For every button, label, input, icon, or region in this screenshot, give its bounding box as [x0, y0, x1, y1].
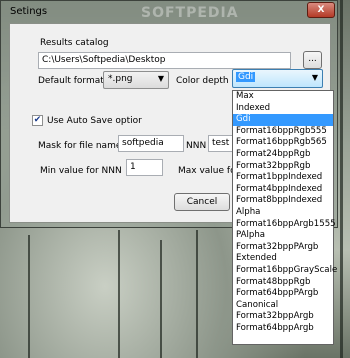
color-depth-option[interactable]: Format64bppPArgb — [233, 288, 333, 300]
color-depth-value: Gdi — [236, 72, 256, 82]
color-depth-option[interactable]: PAlpha — [233, 230, 333, 242]
background-tree — [28, 235, 30, 358]
color-depth-option[interactable]: Canonical — [233, 300, 333, 312]
color-depth-label: Color depth — [176, 76, 229, 86]
color-depth-option-selected[interactable]: Gdi — [233, 114, 333, 126]
background-tree — [118, 230, 120, 358]
color-depth-option[interactable]: Format32bppRgb — [233, 161, 333, 173]
chevron-down-icon: ▼ — [311, 73, 318, 82]
nnn-label: NNN — [186, 141, 207, 151]
color-depth-select[interactable]: Gdi ▼ — [232, 69, 323, 88]
auto-save-label: Use Auto Save optior — [47, 116, 142, 126]
background-tree — [196, 230, 198, 358]
color-depth-option[interactable]: Format48bppRgb — [233, 277, 333, 289]
max-nnn-label: Max value for — [178, 166, 240, 176]
watermark: SOFTPEDIA — [141, 5, 239, 21]
color-depth-option[interactable]: Alpha — [233, 207, 333, 219]
color-depth-option[interactable]: Format4bppIndexed — [233, 184, 333, 196]
chevron-down-icon: ▼ — [157, 74, 164, 83]
default-format-select[interactable]: *.png ▼ — [103, 71, 169, 89]
results-catalog-path-field[interactable]: C:\Users\Softpedia\Desktop — [38, 52, 291, 69]
color-depth-option[interactable]: Extended — [233, 253, 333, 265]
results-catalog-label: Results catalog — [40, 38, 109, 48]
min-nnn-input[interactable]: 1 — [126, 159, 163, 176]
mask-input[interactable]: softpedia — [118, 135, 184, 152]
default-format-label: Default format — [38, 76, 104, 86]
default-format-value: *.png — [108, 74, 133, 84]
color-depth-option[interactable]: Format16bppRgb565 — [233, 137, 333, 149]
auto-save-checkbox[interactable]: ✔ — [32, 115, 43, 126]
title-bar[interactable]: Setings SOFTPEDIA X — [1, 1, 337, 23]
cancel-button[interactable]: Cancel — [174, 193, 230, 211]
color-depth-option[interactable]: Format16bppArgb1555 — [233, 219, 336, 231]
color-depth-option[interactable]: Format16bppRgb555 — [233, 126, 333, 138]
color-depth-option[interactable]: Indexed — [233, 103, 333, 115]
color-depth-option[interactable]: Format1bppIndexed — [233, 172, 333, 184]
browse-button[interactable]: ... — [303, 51, 322, 69]
background-tree — [160, 240, 162, 358]
color-depth-option[interactable]: Format32bppPArgb — [233, 242, 333, 254]
color-depth-option[interactable]: Format32bppArgb — [233, 311, 333, 323]
window-title: Setings — [10, 6, 48, 17]
color-depth-dropdown-list: Max Indexed Gdi Format16bppRgb555 Format… — [232, 90, 337, 345]
min-nnn-label: Min value for NNN — [40, 166, 122, 176]
mask-label: Mask for file names — [38, 141, 127, 151]
color-depth-option[interactable]: Format8bppIndexed — [233, 195, 333, 207]
close-button[interactable]: X — [307, 2, 335, 18]
color-depth-option[interactable]: Format64bppArgb — [233, 323, 333, 335]
color-depth-option[interactable]: Format24bppRgb — [233, 149, 333, 161]
color-depth-option[interactable]: Max — [233, 91, 333, 103]
background-tree — [340, 0, 343, 358]
mask-suffix-input[interactable]: test — [208, 135, 234, 152]
color-depth-option[interactable]: Format16bppGrayScale — [233, 265, 337, 277]
